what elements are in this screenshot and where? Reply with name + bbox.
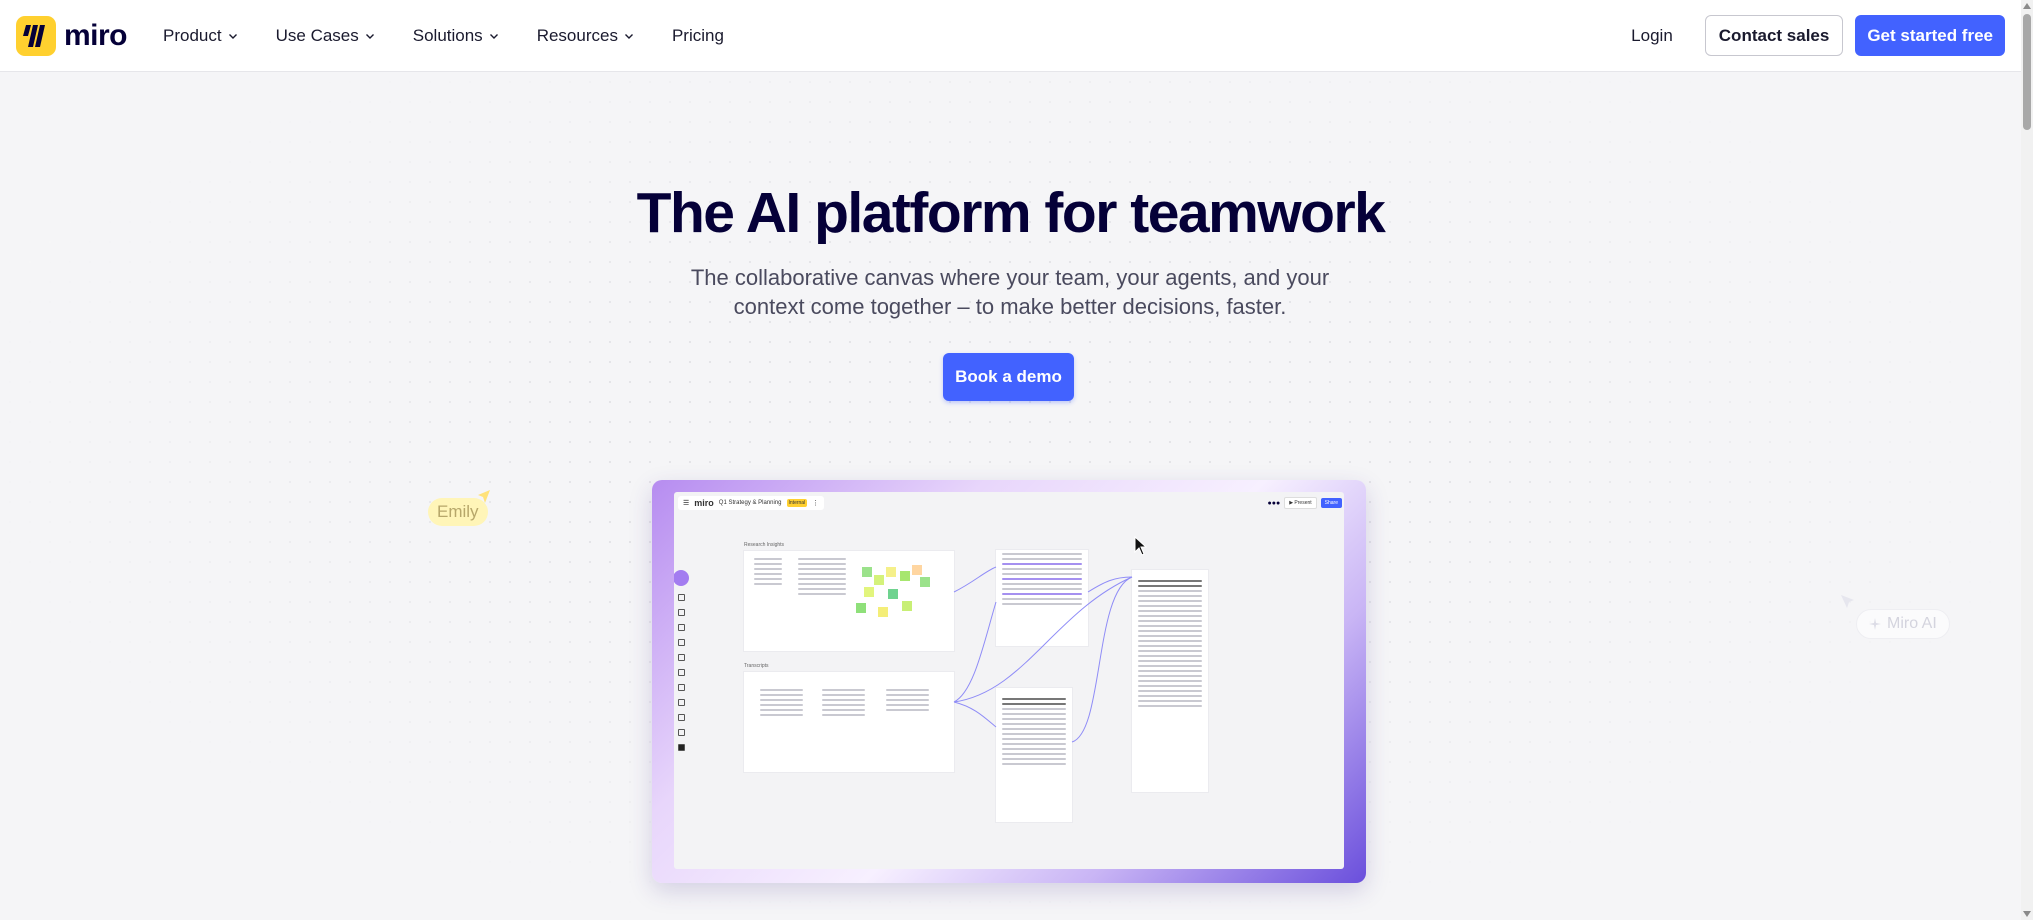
menu-item-label: Use Cases xyxy=(275,25,359,45)
login-link[interactable]: Login xyxy=(1611,26,1693,46)
cursor-arrow-icon xyxy=(478,490,490,503)
cursor-label-ai-text: Miro AI xyxy=(1887,615,1937,632)
menu-item-product[interactable]: Product xyxy=(163,26,258,46)
chevron-down-icon xyxy=(365,33,374,39)
nav-actions: Login Contact sales Get started free xyxy=(1611,15,2005,56)
menu-item-label: Pricing xyxy=(671,25,724,45)
book-demo-button[interactable]: Book a demo xyxy=(943,353,1074,401)
miro-logo-icon xyxy=(16,15,56,56)
menu-item-label: Resources xyxy=(536,25,618,45)
hero-subtitle: The collaborative canvas where your team… xyxy=(690,265,1330,319)
chevron-down-icon xyxy=(228,33,237,39)
miro-logo[interactable]: miro xyxy=(16,15,128,56)
main-menu: Product Use Cases Solutions Resources Pr… xyxy=(163,26,762,46)
contact-sales-button[interactable]: Contact sales xyxy=(1704,15,1844,56)
hero-title: The AI platform for teamwork xyxy=(636,181,1386,245)
menu-item-use-cases[interactable]: Use Cases xyxy=(276,26,395,46)
chevron-down-icon xyxy=(624,33,633,39)
connector-lines xyxy=(953,566,1133,743)
get-started-button[interactable]: Get started free xyxy=(1855,15,2005,56)
scroll-down-icon[interactable] xyxy=(2023,911,2031,917)
board-screen: ☰ miro Q1 Strategy & Planning Internal ⋮… xyxy=(674,492,1344,869)
top-navigation: miro Product Use Cases Solutions Resourc… xyxy=(0,0,2021,72)
menu-item-pricing[interactable]: Pricing xyxy=(672,26,744,46)
cursor-label-ai: Miro AI xyxy=(1856,609,1950,639)
mouse-pointer-icon xyxy=(1134,536,1148,556)
scroll-up-icon[interactable] xyxy=(2023,3,2031,9)
page-scrollbar[interactable] xyxy=(2021,0,2033,920)
menu-item-resources[interactable]: Resources xyxy=(537,26,654,46)
menu-item-label: Solutions xyxy=(412,25,483,45)
menu-item-solutions[interactable]: Solutions xyxy=(413,26,519,46)
chevron-down-icon xyxy=(489,33,498,39)
cursor-arrow-icon xyxy=(1841,595,1854,608)
scrollbar-thumb[interactable] xyxy=(2023,14,2031,130)
ai-sparkle-icon xyxy=(1869,618,1881,630)
menu-item-label: Product xyxy=(163,25,222,45)
product-preview: ☰ miro Q1 Strategy & Planning Internal ⋮… xyxy=(652,480,1366,883)
logo-text: miro xyxy=(64,18,128,52)
